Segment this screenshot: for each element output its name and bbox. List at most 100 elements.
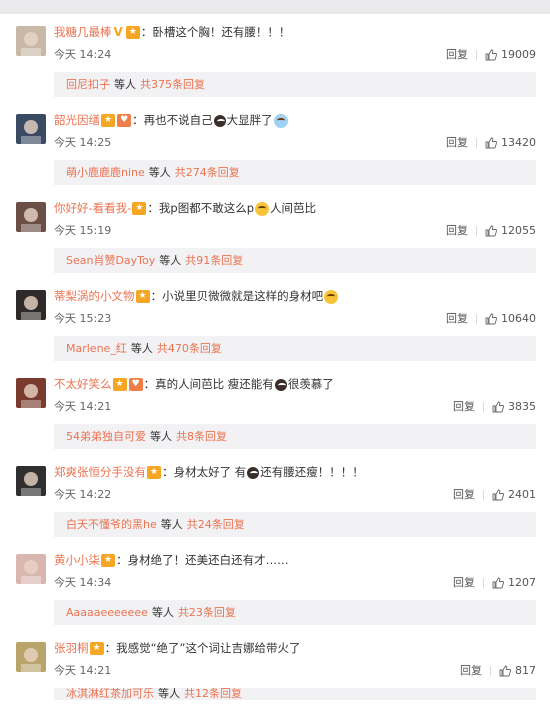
comment-item: 蒂梨涡的小文物 ★ ：小说里贝微微就是这样的身材吧 今天 15:23 回复 10640 Ma… bbox=[0, 282, 550, 370]
bear-emoji-icon bbox=[213, 114, 226, 127]
colon-separator: ： bbox=[162, 465, 174, 479]
more-replies-link[interactable]: 共375条回复 bbox=[140, 78, 205, 91]
vip-badge-icon: ★ bbox=[147, 466, 162, 479]
like-button[interactable]: 3835 bbox=[492, 400, 536, 413]
reply-button[interactable]: 回复 bbox=[446, 224, 468, 237]
comment-actions: 回复 3835 bbox=[453, 398, 536, 414]
thumbs-up-icon bbox=[499, 665, 511, 677]
reply-username[interactable]: 萌小鹿鹿鹿nine bbox=[66, 166, 145, 179]
action-divider bbox=[483, 578, 484, 588]
more-replies-link[interactable]: 共91条回复 bbox=[185, 254, 243, 267]
reply-others-label: 等人 bbox=[160, 518, 183, 531]
comment-username[interactable]: 张羽桐 bbox=[54, 641, 89, 655]
wow-emoji-icon bbox=[324, 289, 339, 304]
comment-line: 我糖几最棒 V ★ ：卧槽这个胸！还有腰！！！ bbox=[54, 24, 290, 40]
reply-button[interactable]: 回复 bbox=[453, 488, 475, 501]
more-replies-link[interactable]: 共12条回复 bbox=[184, 688, 242, 700]
comment-text: 身材太好了 有 bbox=[173, 465, 247, 479]
comment-text-continued: 很羡慕了 bbox=[287, 377, 334, 391]
fan-badge-icon: ♥ bbox=[128, 378, 143, 391]
avatar[interactable] bbox=[16, 26, 46, 56]
comment-username[interactable]: 你好好-看看我- bbox=[54, 201, 131, 215]
reply-username[interactable]: 冰淇淋红茶加可乐 bbox=[66, 688, 154, 700]
comment-text: 我感觉“绝了”这个词让吉娜给带火了 bbox=[116, 641, 301, 655]
comment-timestamp: 今天 14:25 bbox=[54, 136, 112, 149]
thumbs-up-icon bbox=[485, 225, 497, 237]
avatar[interactable] bbox=[16, 114, 46, 144]
avatar[interactable] bbox=[16, 642, 46, 672]
action-divider bbox=[476, 50, 477, 60]
avatar[interactable] bbox=[16, 378, 46, 408]
comment-item: 张羽桐 ★ ：我感觉“绝了”这个词让吉娜给带火了 今天 14:21 回复 817 冰淇淋红茶… bbox=[0, 634, 550, 722]
thumbs-up-icon bbox=[485, 137, 497, 149]
more-replies-link[interactable]: 共470条回复 bbox=[157, 342, 222, 355]
more-replies-link[interactable]: 共23条回复 bbox=[178, 606, 236, 619]
reply-button[interactable]: 回复 bbox=[453, 400, 475, 413]
avatar[interactable] bbox=[16, 290, 46, 320]
like-button[interactable]: 2401 bbox=[492, 488, 536, 501]
reply-username[interactable]: Marlene_红 bbox=[66, 342, 127, 355]
comment-username[interactable]: 黄小小柒 bbox=[54, 553, 100, 567]
more-replies-link[interactable]: 共274条回复 bbox=[175, 166, 240, 179]
comment-actions: 回复 12055 bbox=[446, 222, 536, 238]
thumbs-up-icon bbox=[492, 401, 504, 413]
comment-text: 再也不说自己 bbox=[143, 113, 213, 127]
reply-others-label: 等人 bbox=[159, 254, 182, 267]
previous-comment-reply-strip bbox=[0, 0, 550, 14]
like-button[interactable]: 1207 bbox=[492, 576, 536, 589]
comment-item: 郑爽张恒分手没有 ★ ：身材太好了 有还有腰还瘦！！！！ 今天 14:22 回复 2401… bbox=[0, 458, 550, 546]
like-count: 2401 bbox=[508, 488, 536, 501]
avatar[interactable] bbox=[16, 202, 46, 232]
comment-username[interactable]: 郑爽张恒分手没有 bbox=[54, 465, 146, 479]
more-replies-link[interactable]: 共8条回复 bbox=[176, 430, 227, 443]
reply-button[interactable]: 回复 bbox=[453, 576, 475, 589]
reply-summary[interactable]: Sean肖赞DayToy 等人 共91条回复 bbox=[54, 248, 536, 273]
reply-button[interactable]: 回复 bbox=[460, 664, 482, 677]
comment-username[interactable]: 我糖几最棒 bbox=[54, 25, 112, 39]
like-count: 10640 bbox=[501, 312, 536, 325]
like-button[interactable]: 10640 bbox=[485, 312, 536, 325]
avatar[interactable] bbox=[16, 554, 46, 584]
reply-button[interactable]: 回复 bbox=[446, 136, 468, 149]
comment-username[interactable]: 韶光因缮 bbox=[54, 113, 100, 127]
like-button[interactable]: 817 bbox=[499, 664, 536, 677]
comment-line: 黄小小柒 ★ ：身材绝了！还美还白还有才…… bbox=[54, 552, 289, 568]
reply-summary[interactable]: Marlene_红 等人 共470条回复 bbox=[54, 336, 536, 361]
reply-button[interactable]: 回复 bbox=[446, 48, 468, 61]
comment-username[interactable]: 蒂梨涡的小文物 bbox=[54, 289, 135, 303]
comment-item: 我糖几最棒 V ★ ：卧槽这个胸！还有腰！！！ 今天 14:24 回复 19009 回尼扣子等… bbox=[0, 18, 550, 106]
like-button[interactable]: 12055 bbox=[485, 224, 536, 237]
reply-summary[interactable]: 冰淇淋红茶加可乐 等人 共12条回复 bbox=[54, 688, 536, 700]
reply-others-label: 等人 bbox=[148, 166, 171, 179]
comment-text: 真的人间芭比 瘦还能有 bbox=[155, 377, 274, 391]
reply-username[interactable]: 白天不懂爷的黑he bbox=[66, 518, 157, 531]
like-button[interactable]: 19009 bbox=[485, 48, 536, 61]
comment-item: 不太好笑么 ★ ♥ ：真的人间芭比 瘦还能有 很羡慕了 今天 14:21 回复 3835 54弟… bbox=[0, 370, 550, 458]
reply-username[interactable]: 回尼扣子 bbox=[66, 78, 110, 91]
comment-text: 身材绝了！还美还白还有才…… bbox=[127, 553, 289, 567]
like-button[interactable]: 13420 bbox=[485, 136, 536, 149]
reply-summary[interactable]: 白天不懂爷的黑he 等人 共24条回复 bbox=[54, 512, 536, 537]
like-count: 13420 bbox=[501, 136, 536, 149]
reply-summary[interactable]: Aaaaaeeeeeee 等人 共23条回复 bbox=[54, 600, 536, 625]
reply-username[interactable]: Sean肖赞DayToy bbox=[66, 254, 155, 267]
reply-username[interactable]: Aaaaaeeeeeee bbox=[66, 606, 148, 619]
comment-line: 蒂梨涡的小文物 ★ ：小说里贝微微就是这样的身材吧 bbox=[54, 288, 339, 304]
comment-timestamp: 今天 14:21 bbox=[54, 664, 112, 677]
comment-text: 卧槽这个胸！还有腰！！！ bbox=[152, 25, 291, 39]
like-count: 12055 bbox=[501, 224, 536, 237]
reply-summary[interactable]: 萌小鹿鹿鹿nine 等人 共274条回复 bbox=[54, 160, 536, 185]
reply-others-label: 等人 bbox=[150, 430, 172, 443]
comment-username[interactable]: 不太好笑么 bbox=[54, 377, 112, 391]
reply-summary[interactable]: 回尼扣子 等人 共375条回复 bbox=[54, 72, 536, 97]
comment-timestamp: 今天 14:34 bbox=[54, 576, 112, 589]
like-count: 19009 bbox=[501, 48, 536, 61]
comment-timestamp: 今天 15:19 bbox=[54, 224, 112, 237]
reply-username[interactable]: 54弟弟独自可爱 bbox=[66, 430, 146, 443]
comment-item: 韶光因缮 ★ ♥ ：再也不说自己 大显胖了 今天 14:25 回复 13420 萌小鹿鹿鹿nin… bbox=[0, 106, 550, 194]
more-replies-link[interactable]: 共24条回复 bbox=[187, 518, 245, 531]
action-divider bbox=[476, 226, 477, 236]
reply-button[interactable]: 回复 bbox=[446, 312, 468, 325]
reply-summary[interactable]: 54弟弟独自可爱 等人 共8条回复 bbox=[54, 424, 536, 449]
avatar[interactable] bbox=[16, 466, 46, 496]
